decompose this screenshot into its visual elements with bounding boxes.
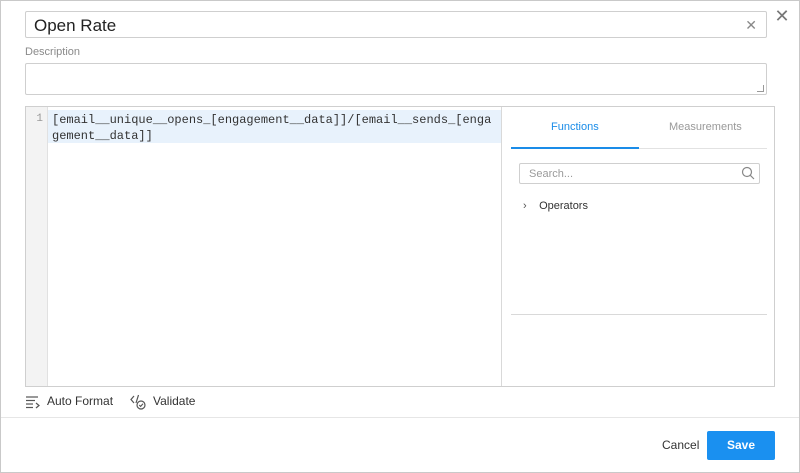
- description-input[interactable]: [25, 63, 767, 95]
- auto-format-icon: [26, 396, 40, 409]
- validate-label: Validate: [153, 394, 196, 409]
- active-tab-indicator: [511, 147, 639, 149]
- auto-format-button[interactable]: Auto Format: [25, 394, 113, 409]
- tab-functions[interactable]: Functions: [551, 121, 599, 133]
- sidebar-divider: [511, 314, 767, 315]
- footer-divider: [1, 417, 799, 418]
- clear-icon[interactable]: ✕: [745, 17, 757, 34]
- function-search-input[interactable]: Search...: [519, 163, 760, 184]
- formula-editor-panel: 1 [email__unique__opens_[engagement__dat…: [25, 106, 775, 387]
- cancel-button[interactable]: Cancel: [662, 438, 699, 452]
- formula-code[interactable]: [email__unique__opens_[engagement__data]…: [52, 112, 497, 144]
- reference-sidebar: Functions Measurements Search... › Opera…: [502, 107, 774, 386]
- save-button[interactable]: Save: [707, 431, 775, 460]
- validate-button[interactable]: Validate: [129, 394, 195, 410]
- search-placeholder: Search...: [529, 168, 574, 180]
- line-number: 1: [36, 113, 43, 125]
- validate-icon: [130, 394, 146, 410]
- formula-dialog: ✕ Open Rate ✕ Description 1 [email__uniq…: [0, 0, 800, 473]
- tree-item-operators[interactable]: › Operators: [523, 200, 588, 212]
- tab-measurements[interactable]: Measurements: [669, 121, 742, 133]
- chevron-right-icon[interactable]: ›: [523, 200, 532, 212]
- line-number-gutter: 1: [26, 107, 48, 386]
- close-icon[interactable]: ✕: [774, 7, 790, 25]
- auto-format-label: Auto Format: [47, 394, 114, 408]
- resize-handle-icon[interactable]: [757, 85, 764, 92]
- title-value: Open Rate: [34, 16, 117, 35]
- search-icon[interactable]: [741, 166, 755, 180]
- tree-item-label: Operators: [539, 200, 588, 212]
- title-input[interactable]: Open Rate ✕: [25, 11, 767, 38]
- description-label: Description: [25, 46, 81, 58]
- code-editor[interactable]: [email__unique__opens_[engagement__data]…: [48, 107, 501, 386]
